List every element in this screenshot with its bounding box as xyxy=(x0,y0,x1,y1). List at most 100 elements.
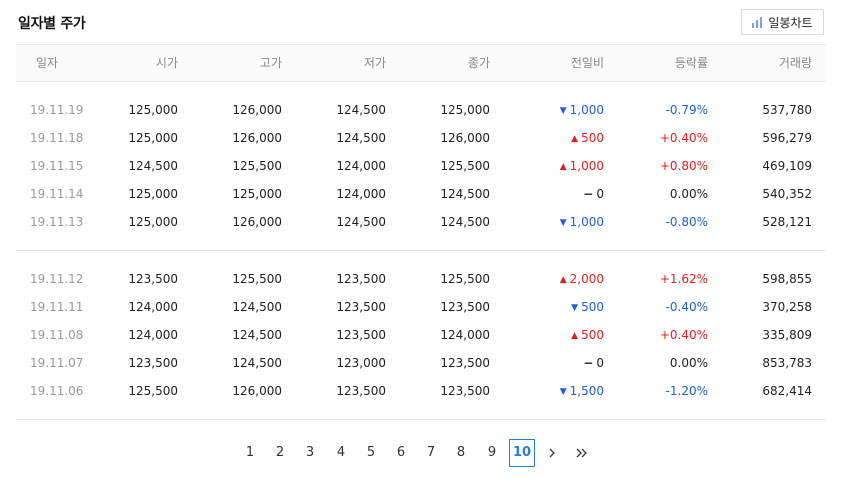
cell-open: 123,500 xyxy=(128,356,178,370)
page-2-link[interactable]: 2 xyxy=(267,439,293,467)
cell-close: 126,000 xyxy=(440,131,490,145)
cell-close: 124,500 xyxy=(440,187,490,201)
cell-volume: 537,780 xyxy=(762,103,812,117)
page-7-link[interactable]: 7 xyxy=(418,439,444,467)
diff-value: 500 xyxy=(581,328,604,342)
cell-high: 124,500 xyxy=(232,328,282,342)
diff-value: 0 xyxy=(596,187,604,201)
cell-rate: +1.62% xyxy=(659,272,708,286)
cell-diff: ▲ 2,000 xyxy=(560,265,604,293)
cell-rate: -1.20% xyxy=(665,384,708,398)
table-row: 19.11.19 125,000 126,000 124,500 125,000 ▼ 1,0… xyxy=(16,96,826,124)
cell-low: 124,500 xyxy=(336,131,386,145)
diff-value: 1,000 xyxy=(569,159,604,173)
group-divider xyxy=(16,250,826,251)
cell-low: 123,500 xyxy=(336,328,386,342)
table-row: 19.11.08 124,000 124,500 123,500 124,000 ▲ 500… xyxy=(16,321,826,349)
diff-value: 2,000 xyxy=(569,272,604,286)
cell-close: 125,000 xyxy=(440,103,490,117)
page-6-link[interactable]: 6 xyxy=(388,439,414,467)
cell-date: 19.11.07 xyxy=(30,356,84,370)
cell-diff: −0 xyxy=(583,349,604,377)
cell-high: 124,500 xyxy=(232,300,282,314)
col-high: 고가 xyxy=(259,56,282,70)
cell-volume: 853,783 xyxy=(762,356,812,370)
cell-high: 126,000 xyxy=(232,384,282,398)
page-8-link[interactable]: 8 xyxy=(448,439,474,467)
cell-low: 123,500 xyxy=(336,272,386,286)
cell-high: 126,000 xyxy=(232,131,282,145)
cell-volume: 370,258 xyxy=(762,300,812,314)
up-triangle-icon: ▲ xyxy=(571,331,579,341)
down-triangle-icon: ▼ xyxy=(559,218,567,228)
cell-close: 123,500 xyxy=(440,384,490,398)
next-page-button[interactable] xyxy=(539,439,565,467)
table-row: 19.11.06 125,500 126,000 123,500 123,500 ▼ 1,5… xyxy=(16,377,826,405)
page-1-link[interactable]: 1 xyxy=(237,439,263,467)
down-triangle-icon: ▼ xyxy=(559,106,567,116)
col-diff: 전일비 xyxy=(570,56,604,70)
table-row: 19.11.13 125,000 126,000 124,500 124,500 ▼ 1,0… xyxy=(16,208,826,236)
cell-low: 124,500 xyxy=(336,215,386,229)
cell-low: 124,000 xyxy=(336,187,386,201)
diff-value: 500 xyxy=(581,131,604,145)
cell-volume: 598,855 xyxy=(762,272,812,286)
page-3-link[interactable]: 3 xyxy=(297,439,323,467)
cell-low: 124,000 xyxy=(336,159,386,173)
cell-open: 124,000 xyxy=(128,328,178,342)
cell-diff: ▼ 1,000 xyxy=(560,96,604,124)
cell-diff: ▼ 1,500 xyxy=(560,377,604,405)
page-10-link[interactable]: 10 xyxy=(509,439,535,467)
double-chevron-right-icon xyxy=(576,448,587,458)
cell-date: 19.11.12 xyxy=(30,272,84,286)
cell-close: 123,500 xyxy=(440,300,490,314)
cell-rate: +0.40% xyxy=(659,328,708,342)
diff-value: 0 xyxy=(596,356,604,370)
chevron-right-icon xyxy=(549,448,555,458)
up-triangle-icon: ▲ xyxy=(571,134,579,144)
cell-low: 123,500 xyxy=(336,384,386,398)
cell-diff: ▲ 500 xyxy=(571,124,604,152)
page-5-link[interactable]: 5 xyxy=(358,439,384,467)
cell-date: 19.11.13 xyxy=(30,215,84,229)
table-row: 19.11.18 125,000 126,000 124,500 126,000 ▲ 500… xyxy=(16,124,826,152)
cell-high: 124,500 xyxy=(232,356,282,370)
cell-open: 125,000 xyxy=(128,215,178,229)
cell-date: 19.11.08 xyxy=(30,328,84,342)
col-low: 저가 xyxy=(363,56,386,70)
cell-volume: 528,121 xyxy=(762,215,812,229)
daily-chart-button[interactable]: 일봉차트 xyxy=(741,9,824,35)
table-row: 19.11.15 124,500 125,500 124,000 125,500 ▲ 1,0… xyxy=(16,152,826,180)
cell-volume: 335,809 xyxy=(762,328,812,342)
last-page-button[interactable] xyxy=(569,439,595,467)
table-header: 일자 시가 고가 저가 종가 전일비 등락률 거래량 xyxy=(16,45,826,81)
table-row: 19.11.12 123,500 125,500 123,500 125,500 ▲ 2,0… xyxy=(16,265,826,293)
pagination: 1 2 3 4 5 6 7 8 9 10 xyxy=(0,439,848,469)
table-row: 19.11.11 124,000 124,500 123,500 123,500 ▼ 500… xyxy=(16,293,826,321)
diff-value: 500 xyxy=(581,300,604,314)
cell-low: 123,000 xyxy=(336,356,386,370)
cell-open: 123,500 xyxy=(128,272,178,286)
page-4-link[interactable]: 4 xyxy=(328,439,354,467)
cell-high: 126,000 xyxy=(232,215,282,229)
page-9-link[interactable]: 9 xyxy=(479,439,505,467)
up-triangle-icon: ▲ xyxy=(559,275,567,285)
cell-open: 125,000 xyxy=(128,187,178,201)
down-triangle-icon: ▼ xyxy=(559,387,567,397)
cell-close: 124,000 xyxy=(440,328,490,342)
col-rate: 등락률 xyxy=(674,56,708,70)
daily-chart-label: 일봉차트 xyxy=(768,15,813,30)
cell-diff: ▲ 1,000 xyxy=(560,152,604,180)
cell-date: 19.11.14 xyxy=(30,187,84,201)
cell-high: 126,000 xyxy=(232,103,282,117)
table-bottom-divider xyxy=(16,419,826,420)
col-volume: 거래량 xyxy=(778,56,812,70)
col-date: 일자 xyxy=(36,56,59,70)
table-row: 19.11.14 125,000 125,000 124,000 124,500 −0 0.… xyxy=(16,180,826,208)
cell-date: 19.11.06 xyxy=(30,384,84,398)
cell-rate: +0.80% xyxy=(659,159,708,173)
header-bottom-divider xyxy=(16,81,826,82)
cell-date: 19.11.19 xyxy=(30,103,84,117)
cell-diff: −0 xyxy=(583,180,604,208)
dash-icon: − xyxy=(583,187,594,201)
